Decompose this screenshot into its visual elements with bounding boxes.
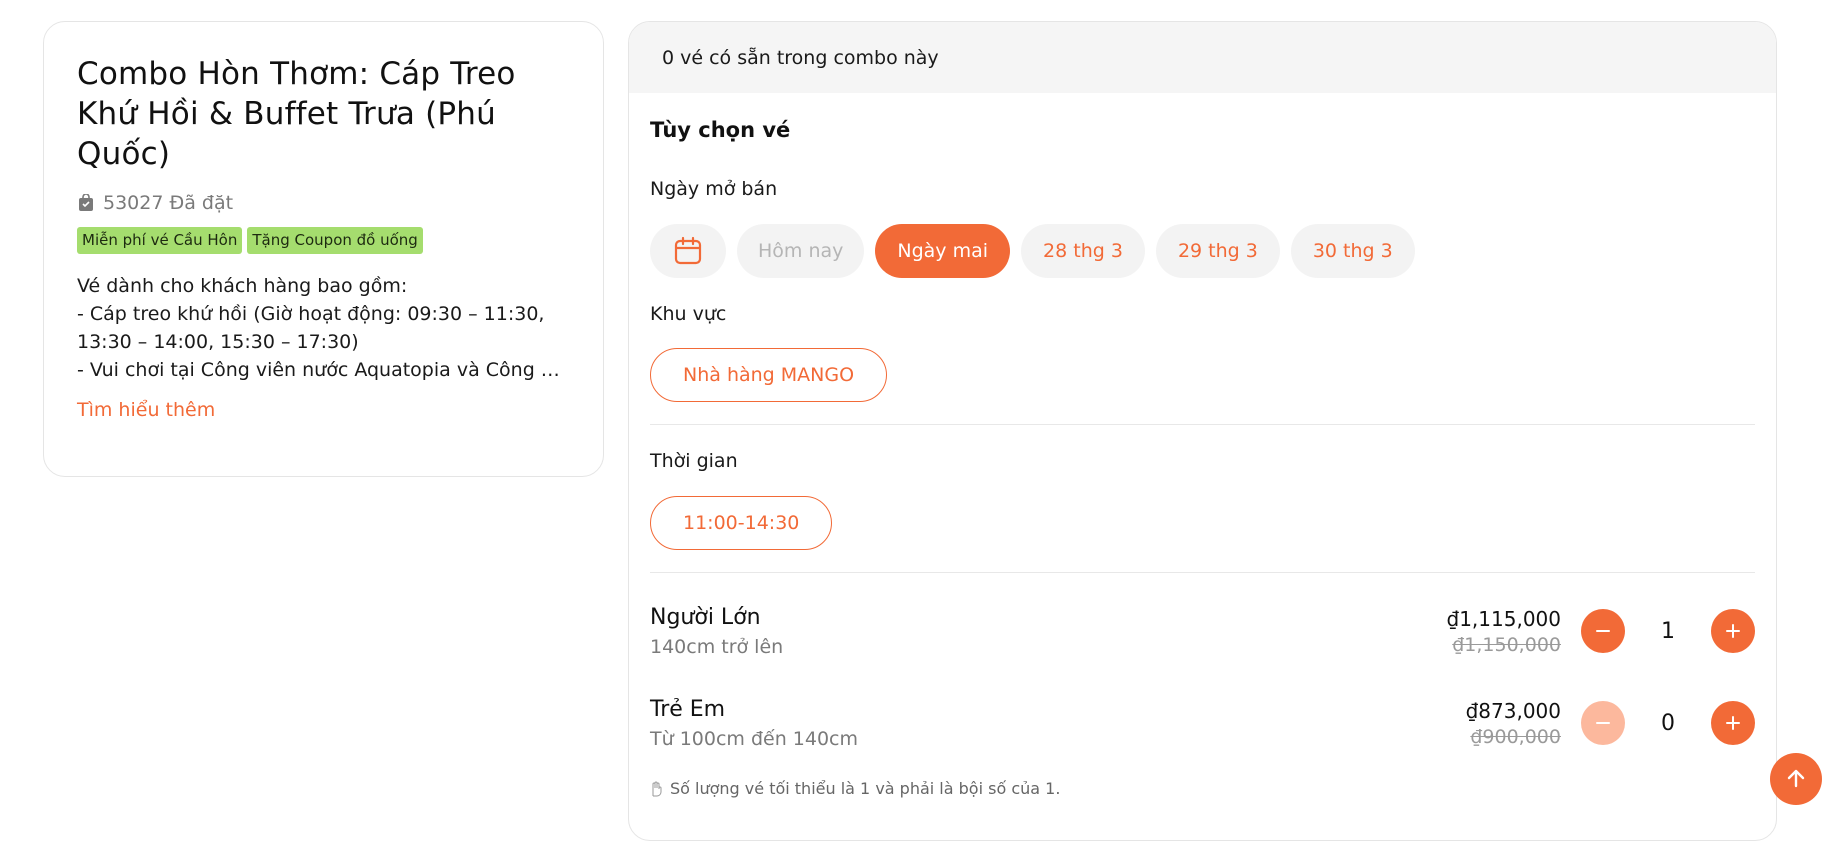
- ticket-price: ₫873,000: [1465, 698, 1561, 723]
- divider: [650, 572, 1755, 573]
- bag-icon: [79, 194, 93, 211]
- product-description: Vé dành cho khách hàng bao gồm: - Cáp tr…: [77, 272, 570, 384]
- ticket-name: Người Lớn: [650, 604, 761, 630]
- increase-button[interactable]: [1711, 701, 1755, 745]
- date-28[interactable]: 28 thg 3: [1021, 224, 1145, 278]
- ticket-price: ₫1,115,000: [1446, 606, 1561, 631]
- decrease-button[interactable]: [1581, 609, 1625, 653]
- scroll-to-top-button[interactable]: [1770, 753, 1822, 805]
- ticket-subtitle: Từ 100cm đến 140cm: [650, 727, 858, 750]
- date-picker: Hôm nay Ngày mai 28 thg 3 29 thg 3 30 th…: [650, 224, 1755, 278]
- ticket-row-child: Trẻ Em Từ 100cm đến 140cm ₫873,000 ₫900,…: [650, 691, 1755, 755]
- booked-count: 53027 Đã đặt: [77, 192, 570, 214]
- zone-label: Khu vực: [650, 303, 727, 325]
- calendar-icon: [674, 236, 702, 265]
- description-line: - Vui chơi tại Công viên nước Aquatopia …: [77, 359, 570, 381]
- ticket-name: Trẻ Em: [650, 696, 726, 722]
- minus-icon: [1596, 722, 1610, 724]
- calendar-button[interactable]: [650, 224, 726, 278]
- options-title: Tùy chọn vé: [650, 118, 791, 142]
- divider: [650, 424, 1755, 425]
- description-line: - Cáp treo khứ hồi (Giờ hoạt động: 09:30…: [77, 303, 545, 325]
- ticket-old-price: ₫900,000: [1470, 725, 1561, 748]
- date-today: Hôm nay: [737, 224, 865, 278]
- hand-icon: [652, 781, 662, 796]
- zone-option[interactable]: Nhà hàng MANGO: [650, 348, 888, 402]
- tag-coupon: Tặng Coupon đồ uống: [247, 227, 423, 254]
- product-card: Combo Hòn Thơm: Cáp Treo Khứ Hồi & Buffe…: [43, 21, 604, 477]
- ticket-subtitle: 140cm trở lên: [650, 635, 784, 658]
- description-line: Vé dành cho khách hàng bao gồm:: [77, 275, 408, 297]
- plus-icon: [1726, 716, 1740, 730]
- quantity-note: Số lượng vé tối thiểu là 1 và phải là bộ…: [650, 779, 1755, 798]
- decrease-button: [1581, 701, 1625, 745]
- date-label: Ngày mở bán: [650, 178, 778, 200]
- ticket-row-adult: Người Lớn 140cm trở lên ₫1,115,000 ₫1,15…: [650, 599, 1755, 663]
- description-line: 13:30 – 14:00, 15:30 – 17:30): [77, 331, 359, 353]
- quantity-value: 1: [1661, 618, 1675, 644]
- product-title: Combo Hòn Thơm: Cáp Treo Khứ Hồi & Buffe…: [77, 56, 516, 172]
- plus-icon: [1726, 624, 1740, 638]
- date-tomorrow[interactable]: Ngày mai: [875, 224, 1011, 278]
- quantity-value: 0: [1661, 710, 1675, 736]
- booking-panel: 0 vé có sẵn trong combo này Tùy chọn vé …: [628, 21, 1777, 841]
- availability-bar: 0 vé có sẵn trong combo này: [629, 22, 1776, 93]
- learn-more-link[interactable]: Tìm hiểu thêm: [77, 399, 215, 421]
- tag-proposal: Miễn phí vé Cầu Hôn: [77, 227, 243, 254]
- increase-button[interactable]: [1711, 609, 1755, 653]
- time-option[interactable]: 11:00-14:30: [650, 496, 833, 550]
- note-text: Số lượng vé tối thiểu là 1 và phải là bộ…: [670, 779, 1061, 798]
- date-29[interactable]: 29 thg 3: [1155, 224, 1280, 278]
- ticket-old-price: ₫1,150,000: [1452, 633, 1561, 656]
- minus-icon: [1596, 630, 1610, 632]
- tags: Miễn phí vé Cầu Hôn Tặng Coupon đồ uống: [77, 227, 570, 254]
- arrow-up-icon: [1787, 769, 1805, 788]
- booked-count-text: 53027 Đã đặt: [103, 192, 234, 214]
- time-label: Thời gian: [650, 450, 738, 472]
- date-30[interactable]: 30 thg 3: [1290, 224, 1415, 278]
- availability-text: 0 vé có sẵn trong combo này: [662, 46, 939, 69]
